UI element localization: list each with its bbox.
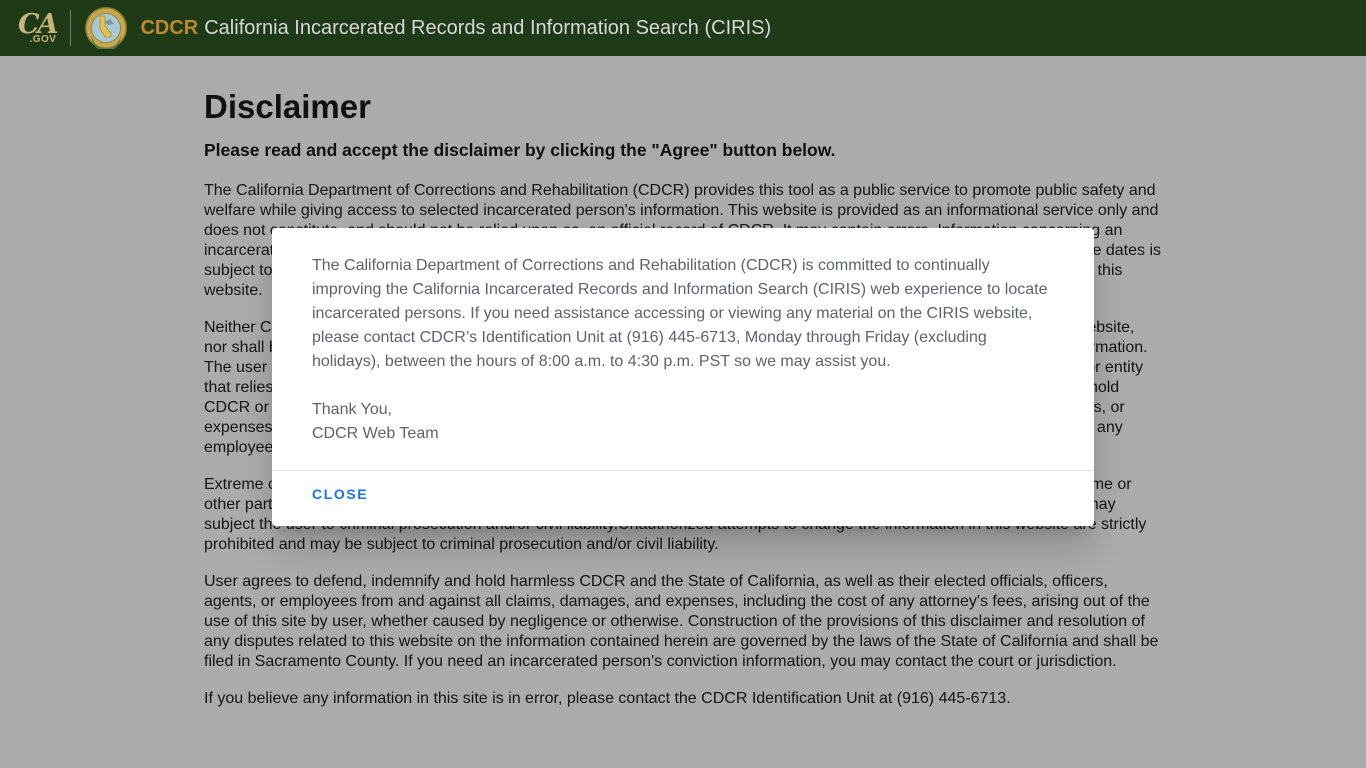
dialog-signoff: Thank You, CDCR Web Team (272, 374, 1094, 446)
close-button[interactable]: CLOSE (312, 484, 368, 504)
app-title-cdcr: CDCR (140, 16, 199, 39)
dialog-signoff-line1: Thank You, (312, 401, 393, 418)
app-header: CA .GOV CDCR California Incarcerated Reco… (0, 0, 1366, 56)
app-title: CDCR California Incarcerated Records and … (140, 17, 771, 40)
ca-gov-logo-gov: .GOV (29, 34, 57, 45)
accessibility-notice-dialog: The California Department of Corrections… (272, 228, 1094, 526)
cdcr-seal-icon (85, 7, 128, 49)
app-title-text: California Incarcerated Records and Info… (204, 16, 772, 39)
header-divider (70, 10, 72, 46)
ca-gov-logo[interactable]: CA .GOV (18, 11, 58, 45)
dialog-signoff-line2: CDCR Web Team (312, 425, 439, 442)
dialog-message: The California Department of Corrections… (312, 257, 1048, 370)
dialog-actions: CLOSE (272, 471, 1094, 526)
